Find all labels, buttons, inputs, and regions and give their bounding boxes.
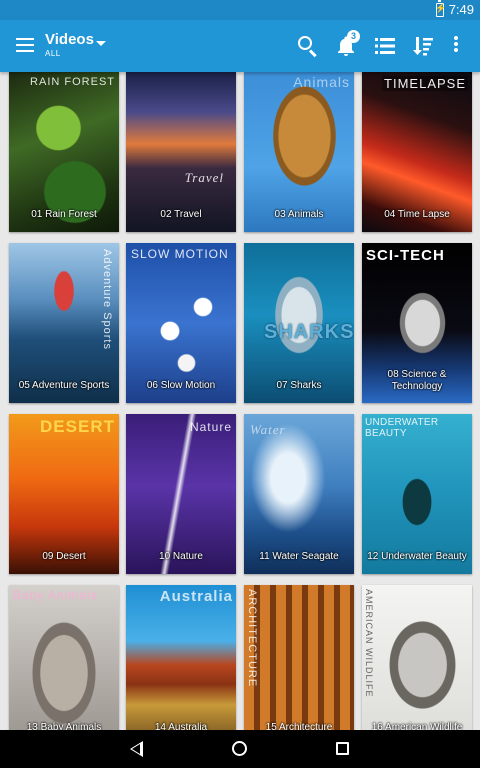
video-title: 05 Adventure Sports [18, 380, 110, 391]
video-title: 16 American Wildlife [371, 722, 463, 730]
video-tile[interactable]: AMERICAN WILDLIFE 16 American Wildlife [362, 585, 472, 730]
home-icon[interactable] [232, 741, 247, 756]
menu-icon[interactable] [16, 38, 34, 52]
system-nav-bar [0, 730, 480, 768]
video-tile[interactable]: Adventure Sports 05 Adventure Sports [9, 243, 119, 403]
thumbnail-image [244, 585, 354, 730]
video-tile[interactable]: Nature 10 Nature [126, 414, 236, 574]
video-tile[interactable]: Australia 14 Australia [126, 585, 236, 730]
thumbnail-image [126, 243, 236, 403]
thumbnail-image [362, 72, 472, 232]
video-title: 11 Water Seagate [259, 551, 339, 562]
thumbnail-heading: Nature [189, 420, 232, 434]
video-title: 01 Rain Forest [31, 209, 97, 220]
video-tile[interactable]: Baby Animals 13 Baby Animals [9, 585, 119, 730]
video-tile[interactable]: TIMELAPSE 04 Time Lapse [362, 72, 472, 232]
thumbnail-heading: Australia [159, 588, 233, 605]
thumbnail-image [244, 414, 354, 574]
video-tile[interactable]: Travel 02 Travel [126, 72, 236, 232]
page-title: Videos [45, 31, 94, 48]
notification-badge: 3 [347, 30, 360, 43]
video-title: 09 Desert [42, 551, 86, 562]
video-title: 04 Time Lapse [384, 209, 450, 220]
thumbnail-heading: DESERT [40, 417, 115, 436]
video-title: 08 Science & Technology [387, 369, 447, 392]
thumbnail-image [244, 72, 354, 232]
thumbnail-heading: Baby Animals [13, 588, 98, 602]
thumbnail-image [9, 72, 119, 232]
thumbnail-image [126, 72, 236, 232]
chevron-down-icon[interactable] [96, 41, 106, 46]
thumbnail-heading: Travel [184, 170, 224, 185]
title-dropdown[interactable]: Videos ALL [45, 31, 94, 58]
video-title: 07 Sharks [276, 380, 322, 391]
status-bar: 7:49 [0, 0, 480, 20]
sort-icon[interactable] [411, 34, 435, 58]
video-tile[interactable]: DESERT 09 Desert [9, 414, 119, 574]
back-icon[interactable] [130, 741, 143, 757]
video-tile[interactable]: Water 11 Water Seagate [244, 414, 354, 574]
video-title: 03 Animals [274, 209, 324, 220]
battery-icon [435, 0, 446, 17]
video-title: 10 Nature [159, 551, 203, 562]
video-title: 12 Underwater Beauty [367, 551, 467, 562]
thumbnail-heading: ARCHITECTURE [246, 589, 258, 688]
list-view-icon[interactable] [373, 34, 397, 58]
recent-apps-icon[interactable] [336, 742, 349, 755]
thumbnail-image [362, 585, 472, 730]
thumbnail-image [126, 585, 236, 730]
thumbnail-heading: Adventure Sports [101, 249, 113, 350]
thumbnail-image [9, 585, 119, 730]
status-time: 7:49 [448, 2, 474, 17]
video-tile[interactable]: SHARKS 07 Sharks [244, 243, 354, 403]
thumbnail-heading: Animals [293, 74, 350, 90]
video-tile[interactable]: Animals 03 Animals [244, 72, 354, 232]
app-toolbar: Videos ALL 3 [0, 20, 480, 72]
video-tile[interactable]: ARCHITECTURE 15 Architecture [244, 585, 354, 730]
video-title: 15 Architecture [265, 722, 333, 730]
video-title: 06 Slow Motion [146, 380, 216, 391]
thumbnail-heading: UNDERWATER BEAUTY [365, 417, 439, 439]
video-title: 13 Baby Animals [26, 722, 102, 730]
video-tile[interactable]: UNDERWATER BEAUTY 12 Underwater Beauty [362, 414, 472, 574]
video-grid: RAIN FOREST 01 Rain Forest Travel 02 Tra… [0, 72, 480, 730]
video-tile[interactable]: RAIN FOREST 01 Rain Forest [9, 72, 119, 232]
video-tile[interactable]: SLOW MOTION 06 Slow Motion [126, 243, 236, 403]
page-subtitle: ALL [45, 49, 61, 58]
more-vert-icon[interactable] [450, 34, 462, 58]
thumbnail-heading: AMERICAN WILDLIFE [364, 589, 374, 698]
bell-icon[interactable]: 3 [334, 30, 360, 58]
thumbnail-image [9, 414, 119, 574]
video-tile[interactable]: SCI-TECH 08 Science & Technology [362, 243, 472, 403]
thumbnail-heading: SHARKS [264, 321, 354, 343]
video-title: 02 Travel [160, 209, 202, 220]
thumbnail-heading: Water [250, 422, 286, 437]
thumbnail-heading: SCI-TECH [366, 247, 445, 264]
thumbnail-heading: SLOW MOTION [131, 247, 229, 261]
search-icon[interactable] [296, 34, 320, 58]
thumbnail-image [126, 414, 236, 574]
thumbnail-heading: TIMELAPSE [382, 76, 468, 91]
video-title: 14 Australia [154, 722, 208, 730]
thumbnail-heading: RAIN FOREST [30, 76, 115, 88]
